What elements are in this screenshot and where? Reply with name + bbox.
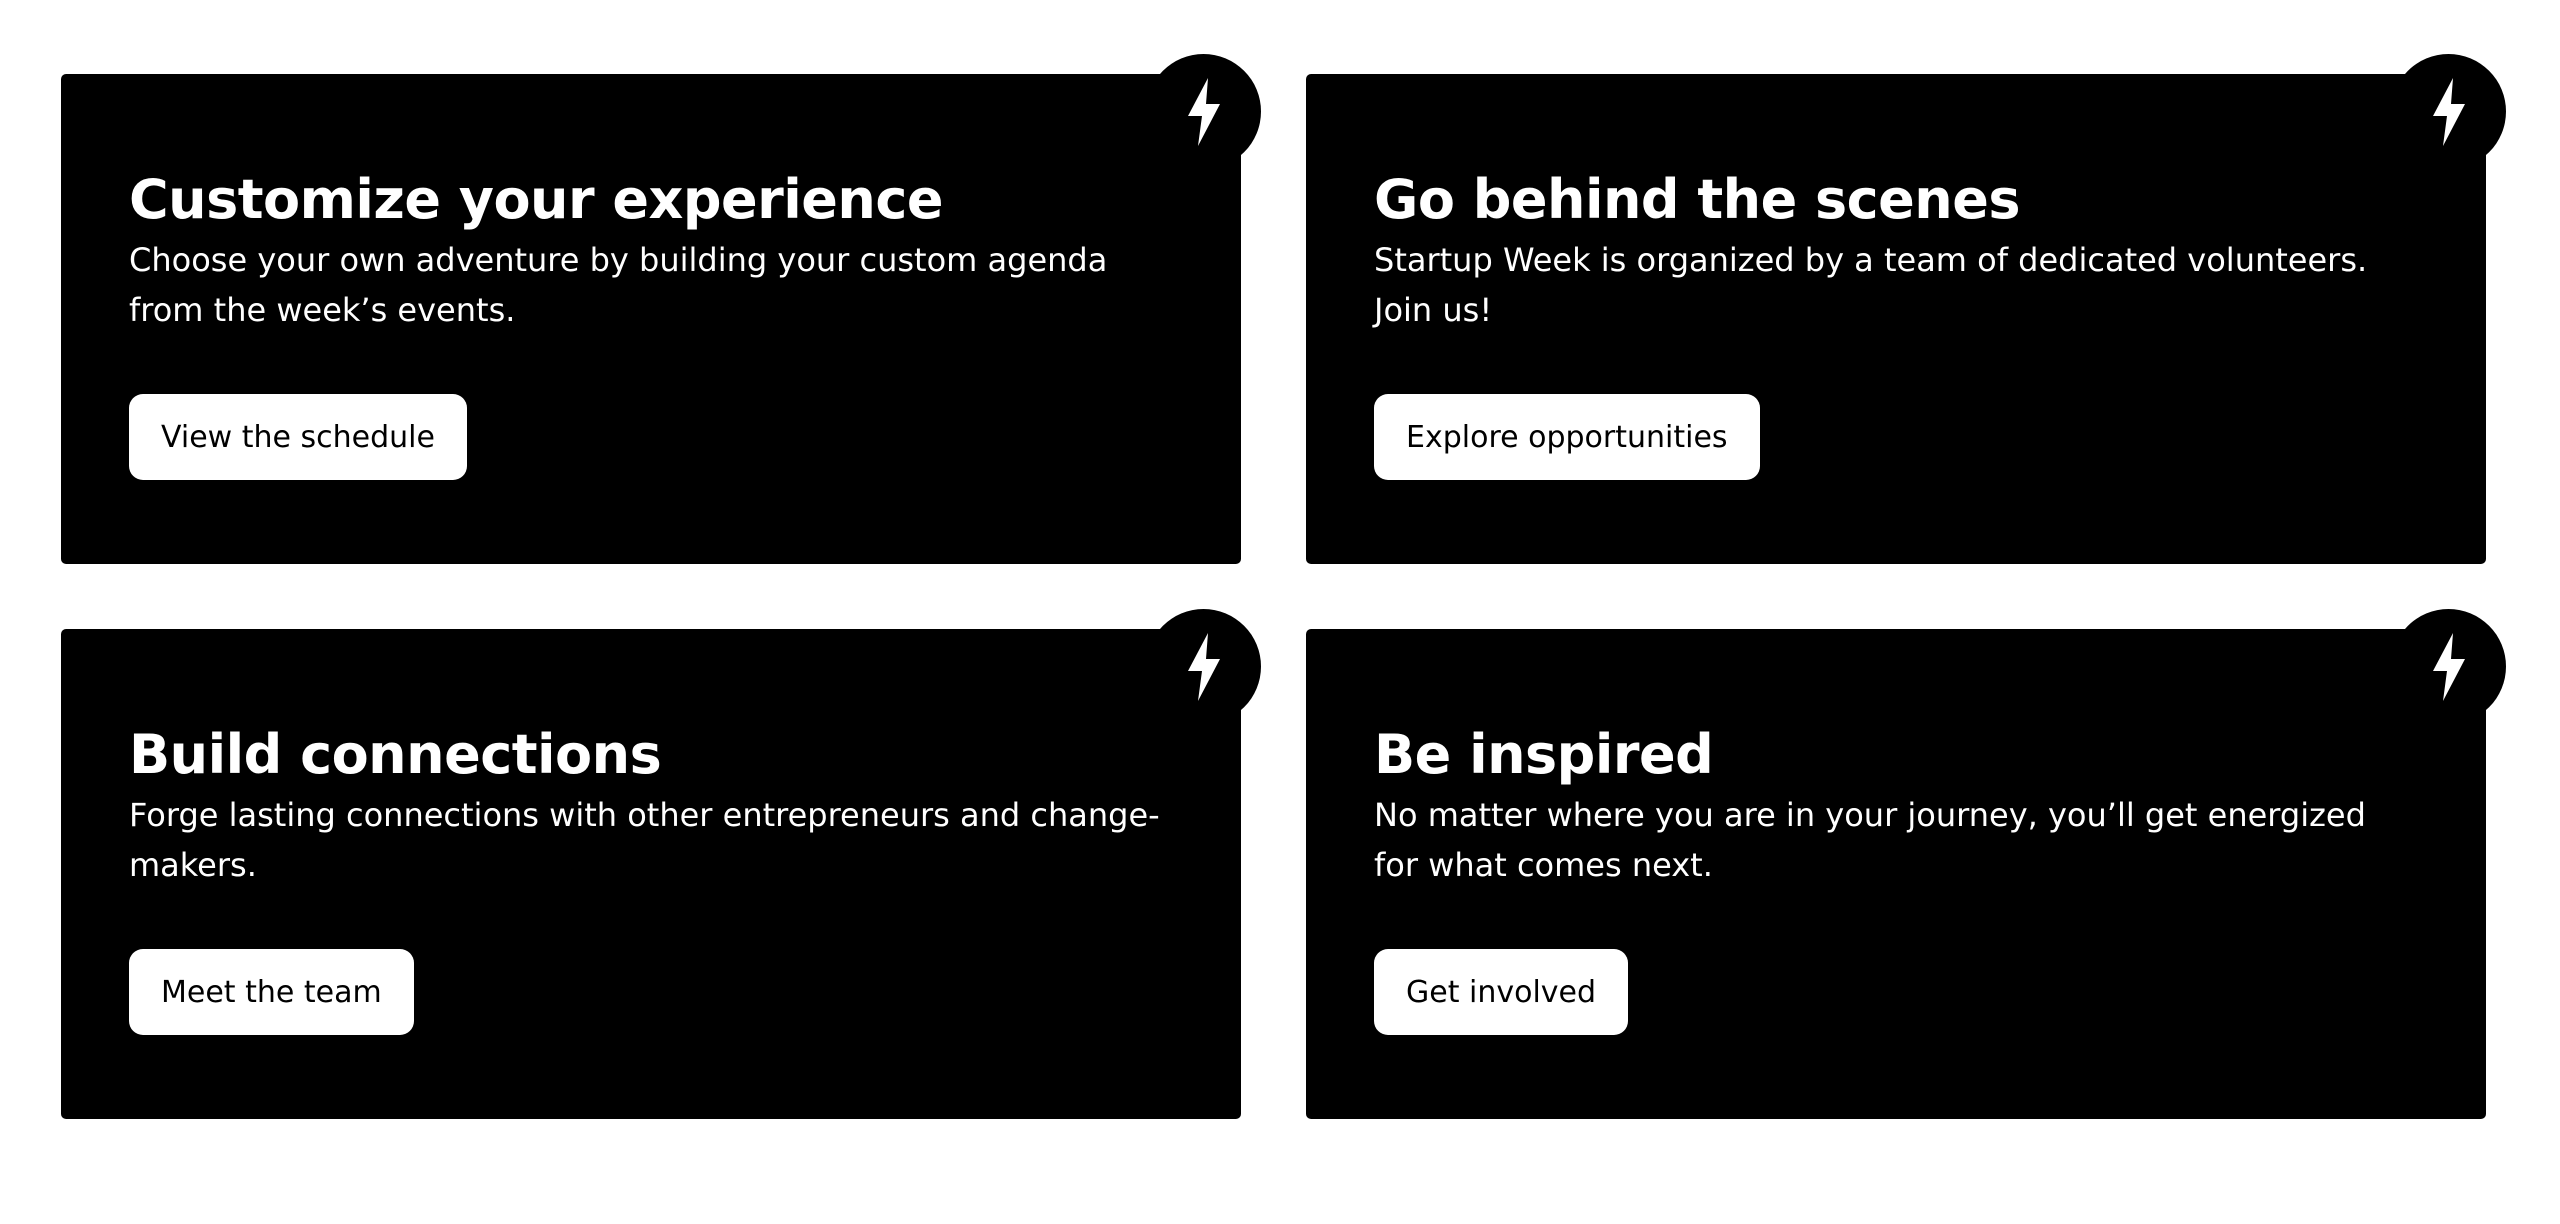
feature-card-grid: Customize your experience Choose your ow… bbox=[0, 0, 2560, 1224]
card-title: Customize your experience bbox=[129, 168, 944, 231]
card-badge bbox=[2391, 609, 2506, 724]
explore-opportunities-button[interactable]: Explore opportunities bbox=[1374, 394, 1760, 480]
card-description: Startup Week is organized by a team of d… bbox=[1374, 241, 2368, 330]
card-title: Build connections bbox=[129, 723, 662, 786]
feature-card-connections: Build connections Forge lasting connecti… bbox=[61, 609, 1261, 1119]
card-title: Go behind the scenes bbox=[1374, 168, 2021, 231]
card-title: Be inspired bbox=[1374, 723, 1714, 786]
view-schedule-button[interactable]: View the schedule bbox=[129, 394, 467, 480]
card-badge bbox=[1146, 54, 1261, 169]
card-badge bbox=[1146, 609, 1261, 724]
feature-card-inspired: Be inspired No matter where you are in y… bbox=[1306, 609, 2506, 1119]
lightning-bolt-icon bbox=[1187, 632, 1220, 701]
card-description: Choose your own adventure by building yo… bbox=[129, 241, 1108, 330]
feature-card-customize: Customize your experience Choose your ow… bbox=[61, 54, 1261, 564]
lightning-bolt-icon bbox=[2432, 632, 2465, 701]
card-description: Forge lasting connections with other ent… bbox=[129, 796, 1160, 885]
card-badge bbox=[2391, 54, 2506, 169]
feature-card-behind-scenes: Go behind the scenes Startup Week is org… bbox=[1306, 54, 2506, 564]
lightning-bolt-icon bbox=[2432, 77, 2465, 146]
meet-team-button[interactable]: Meet the team bbox=[129, 949, 414, 1035]
lightning-bolt-icon bbox=[1187, 77, 1220, 146]
get-involved-button[interactable]: Get involved bbox=[1374, 949, 1629, 1035]
card-description: No matter where you are in your journey,… bbox=[1374, 796, 2366, 885]
